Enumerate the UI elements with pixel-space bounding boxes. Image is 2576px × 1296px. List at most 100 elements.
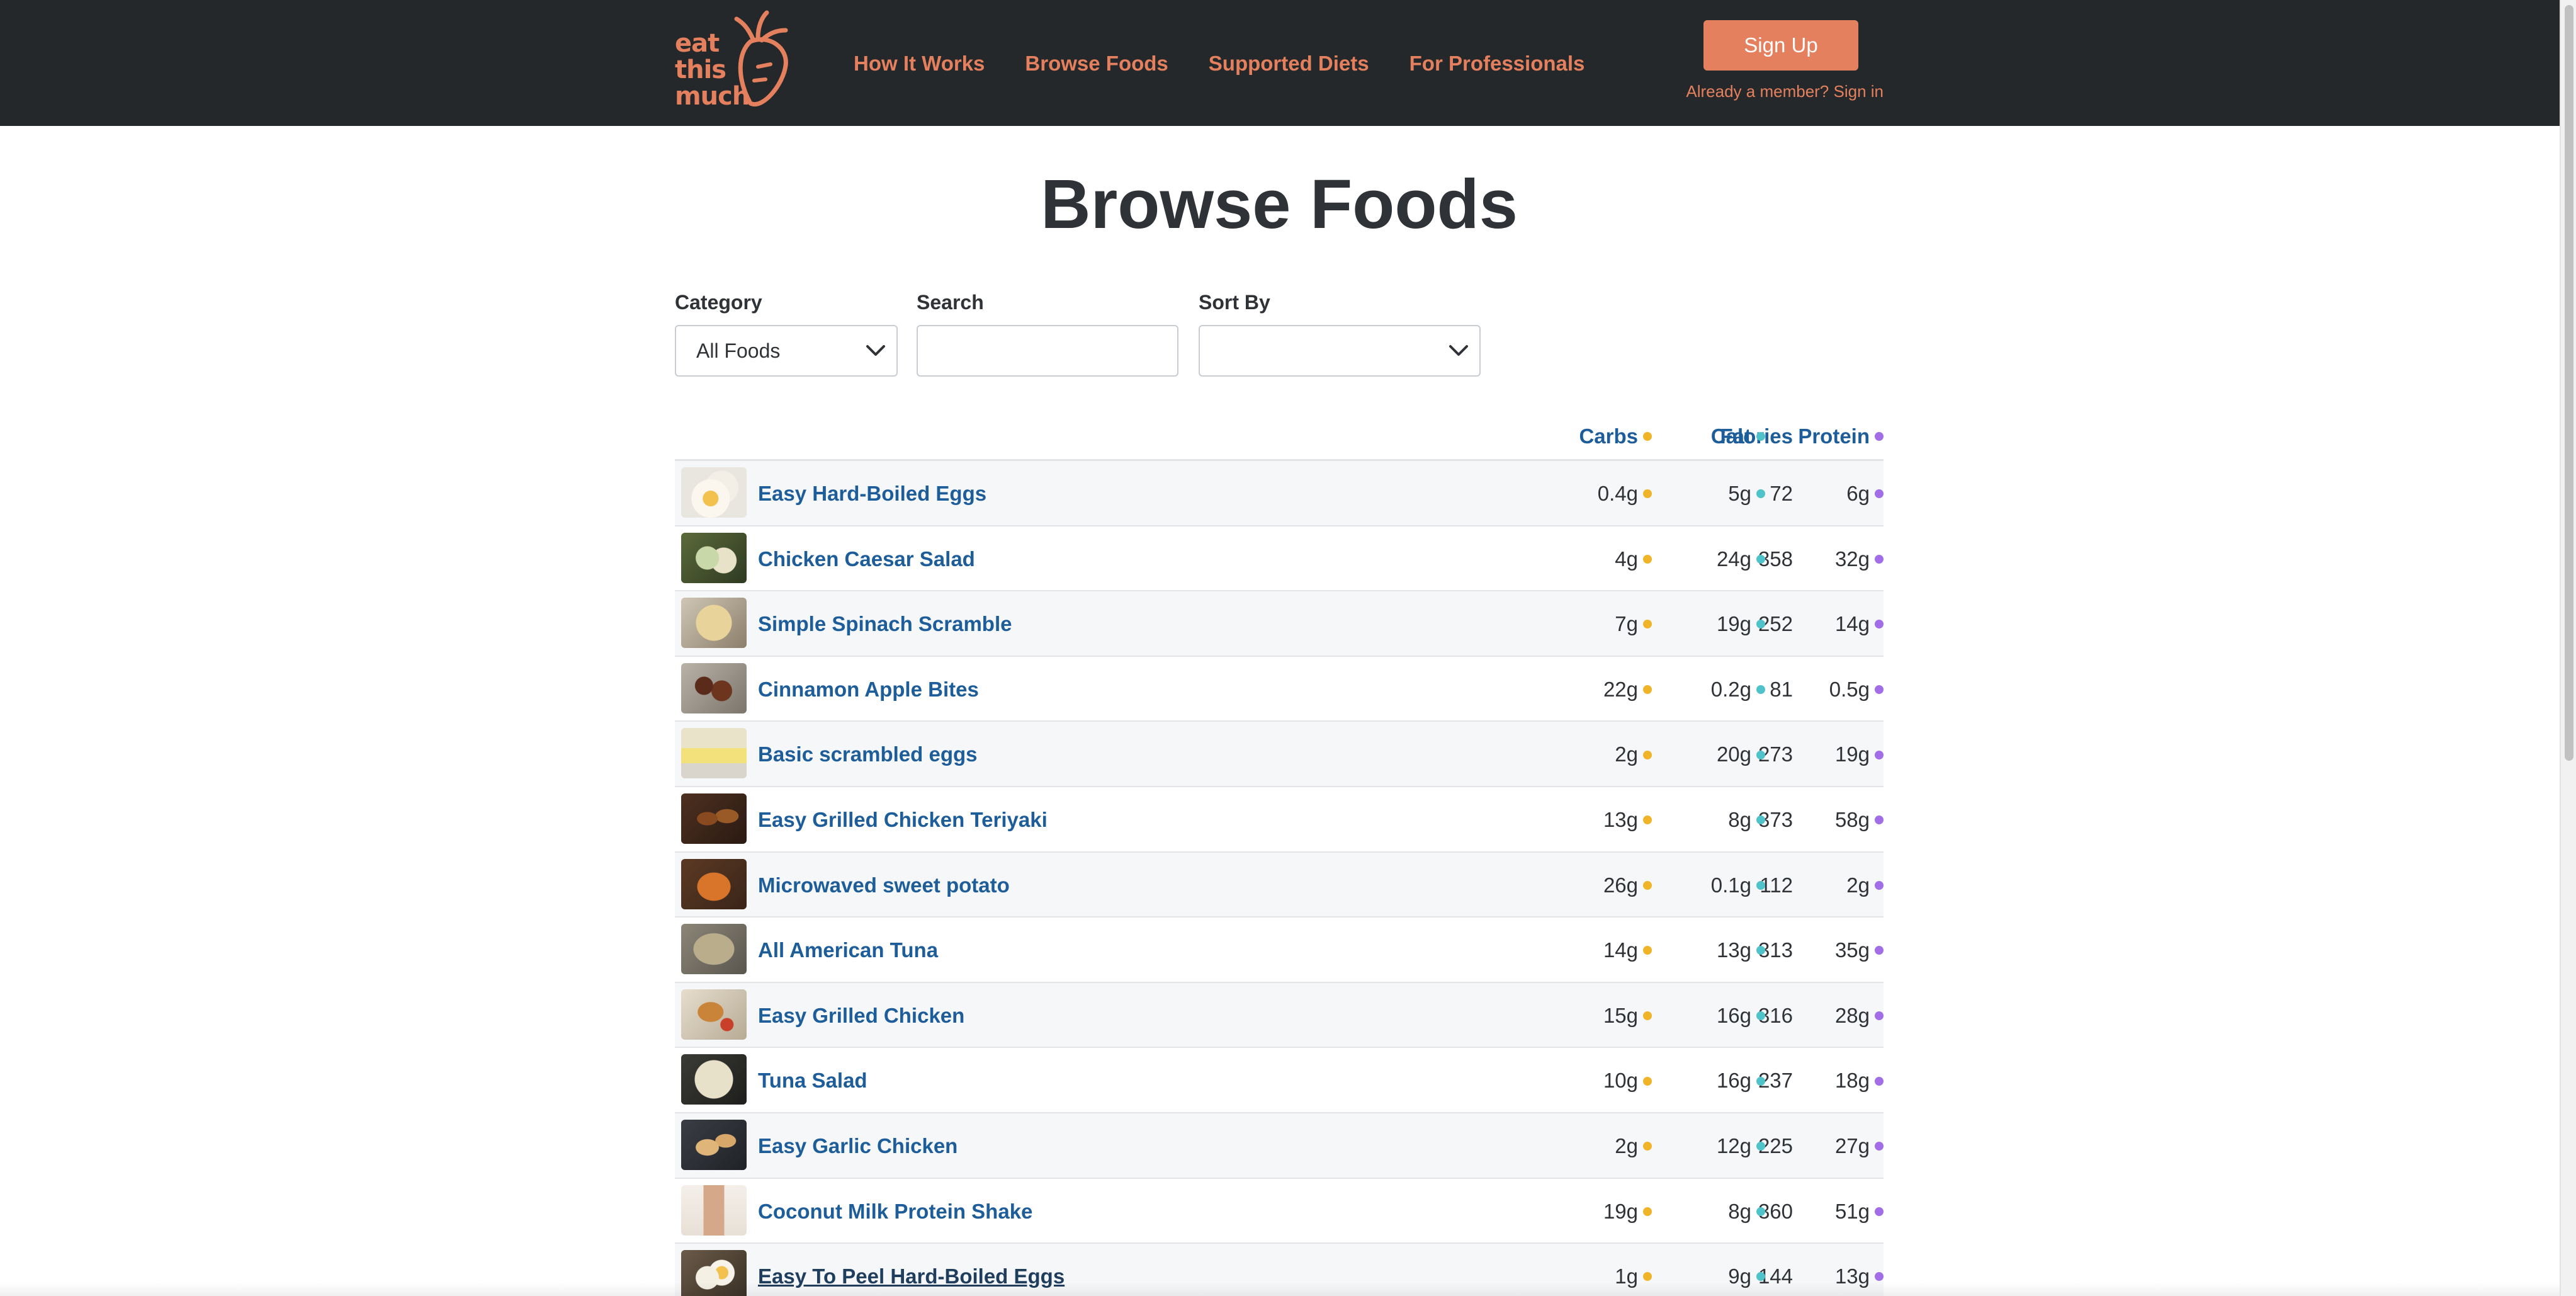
protein-value: 18g (1834, 1069, 1870, 1093)
food-thumbnail[interactable] (681, 858, 747, 909)
protein-value: 35g (1834, 938, 1870, 962)
food-name-link[interactable]: Easy Grilled Chicken Teriyaki (758, 787, 1048, 852)
cell-protein: 28g (1835, 983, 1884, 1048)
cell-fat: 0.1g (1711, 853, 1765, 918)
search-input[interactable] (917, 325, 1178, 377)
food-thumbnail[interactable] (681, 989, 747, 1040)
food-name-link[interactable]: Microwaved sweet potato (758, 853, 1010, 918)
column-header-fat[interactable]: Fat (1720, 424, 1765, 448)
food-name-link[interactable]: Easy Grilled Chicken (758, 983, 964, 1048)
chevron-down-icon (866, 345, 885, 356)
food-thumbnail[interactable] (681, 598, 747, 649)
food-name-link[interactable]: All American Tuna (758, 918, 938, 982)
table-row[interactable]: Chicken Caesar Salad 358 4g 24g 32g (675, 526, 1884, 592)
fat-dot-icon (1756, 1011, 1765, 1021)
cell-fat: 16g (1717, 983, 1765, 1048)
food-thumbnail[interactable] (681, 1185, 747, 1236)
food-name-link[interactable]: Simple Spinach Scramble (758, 591, 1012, 656)
calories-value: 72 (1770, 482, 1793, 505)
food-name-link[interactable]: Cinnamon Apple Bites (758, 657, 979, 722)
nav-supported-diets[interactable]: Supported Diets (1209, 48, 1369, 79)
carbs-value: 15g (1603, 1003, 1638, 1027)
table-row[interactable]: Coconut Milk Protein Shake 360 19g 8g 51g (675, 1178, 1884, 1244)
food-thumbnail[interactable] (681, 532, 747, 583)
nav-browse-foods[interactable]: Browse Foods (1025, 48, 1168, 79)
food-thumbnail[interactable] (681, 1119, 747, 1170)
table-row[interactable]: Microwaved sweet potato 112 26g 0.1g 2g (675, 852, 1884, 918)
nav-how-it-works[interactable]: How It Works (854, 48, 985, 79)
protein-dot-icon (1875, 1076, 1884, 1086)
cell-fat: 19g (1717, 591, 1765, 656)
protein-value: 27g (1834, 1134, 1870, 1157)
food-name-link[interactable]: Easy Hard-Boiled Eggs (758, 461, 986, 526)
main-nav: How It Works Browse Foods Supported Diet… (854, 48, 1585, 79)
cell-carbs: 10g (1603, 1048, 1652, 1113)
table-header: Calories Protein Carbs Fat (675, 416, 1884, 461)
cell-protein: 0.5g (1829, 657, 1884, 722)
food-thumbnail[interactable] (681, 924, 747, 975)
cell-carbs: 19g (1603, 1179, 1652, 1244)
table-row[interactable]: Cinnamon Apple Bites 81 22g 0.2g 0.5g (675, 656, 1884, 722)
cell-fat: 8g (1728, 1179, 1765, 1244)
cell-carbs: 2g (1615, 1113, 1652, 1178)
page-title: Browse Foods (1041, 166, 1518, 243)
scrollbar-thumb[interactable] (2565, 5, 2573, 761)
food-name-link[interactable]: Tuna Salad (758, 1048, 867, 1113)
cell-protein: 14g (1835, 591, 1884, 656)
carbs-value: 0.4g (1597, 482, 1638, 505)
cell-protein: 51g (1835, 1179, 1884, 1244)
food-thumbnail[interactable] (681, 467, 747, 518)
carbs-dot-icon (1643, 554, 1652, 564)
category-select-value: All Foods (696, 339, 781, 362)
fat-value: 0.2g (1710, 677, 1751, 701)
search-label: Search (917, 291, 984, 314)
protein-dot-icon (1875, 554, 1884, 564)
food-name-link[interactable]: Coconut Milk Protein Shake (758, 1179, 1032, 1244)
nav-for-professionals[interactable]: For Professionals (1409, 48, 1585, 79)
food-name-link[interactable]: Basic scrambled eggs (758, 722, 978, 787)
table-row[interactable]: Easy Garlic Chicken 225 2g 12g 27g (675, 1113, 1884, 1179)
table-row[interactable]: Easy Grilled Chicken Teriyaki 373 13g 8g 58g (675, 787, 1884, 853)
fat-value: 16g (1716, 1003, 1751, 1027)
cell-protein: 6g (1846, 461, 1884, 526)
food-name-link[interactable]: Easy Garlic Chicken (758, 1113, 958, 1178)
sign-in-link[interactable]: Already a member? Sign in (1637, 82, 1884, 101)
fat-header-label: Fat (1720, 424, 1752, 448)
food-thumbnail[interactable] (681, 1054, 747, 1105)
protein-dot-icon (1875, 1142, 1884, 1151)
carbs-header-label: Carbs (1579, 424, 1638, 448)
column-header-protein[interactable]: Protein (1798, 424, 1884, 448)
protein-value: 19g (1834, 742, 1870, 766)
protein-dot-icon (1875, 685, 1884, 695)
fat-dot-icon (1756, 489, 1765, 499)
food-name-link[interactable]: Chicken Caesar Salad (758, 526, 975, 591)
table-row[interactable]: All American Tuna 313 14g 13g 35g (675, 918, 1884, 983)
foods-table: Calories Protein Carbs Fat Easy Hard-Boil… (675, 416, 1884, 1296)
column-header-carbs[interactable]: Carbs (1579, 424, 1652, 448)
table-row[interactable]: Easy Hard-Boiled Eggs 72 0.4g 5g 6g (675, 461, 1884, 526)
category-label: Category (675, 291, 762, 314)
food-thumbnail[interactable] (681, 662, 747, 713)
cell-carbs: 2g (1615, 722, 1652, 787)
food-thumbnail[interactable] (681, 728, 747, 779)
vertical-scrollbar[interactable] (2560, 0, 2576, 1296)
eat-this-much-logo[interactable]: eat this much (675, 9, 801, 116)
calories-value: 81 (1770, 677, 1793, 701)
sign-up-button[interactable]: Sign Up (1703, 20, 1858, 71)
carbs-dot-icon (1643, 685, 1652, 695)
protein-dot-icon (1875, 880, 1884, 890)
carbs-dot-icon (1643, 1272, 1652, 1282)
food-thumbnail[interactable] (681, 793, 747, 844)
protein-value: 2g (1846, 873, 1870, 897)
cell-carbs: 22g (1603, 657, 1652, 722)
cell-protein: 58g (1835, 787, 1884, 852)
carrot-icon (734, 10, 788, 107)
table-row[interactable]: Tuna Salad 237 10g 16g 18g (675, 1048, 1884, 1113)
sort-by-select[interactable] (1199, 325, 1481, 377)
fat-dot-icon (1756, 432, 1765, 441)
carbs-dot-icon (1643, 432, 1652, 441)
table-row[interactable]: Easy Grilled Chicken 316 15g 16g 28g (675, 982, 1884, 1049)
category-select[interactable]: All Foods (675, 325, 898, 377)
table-row[interactable]: Basic scrambled eggs 273 2g 20g 19g (675, 722, 1884, 787)
table-row[interactable]: Simple Spinach Scramble 252 7g 19g 14g (675, 591, 1884, 657)
